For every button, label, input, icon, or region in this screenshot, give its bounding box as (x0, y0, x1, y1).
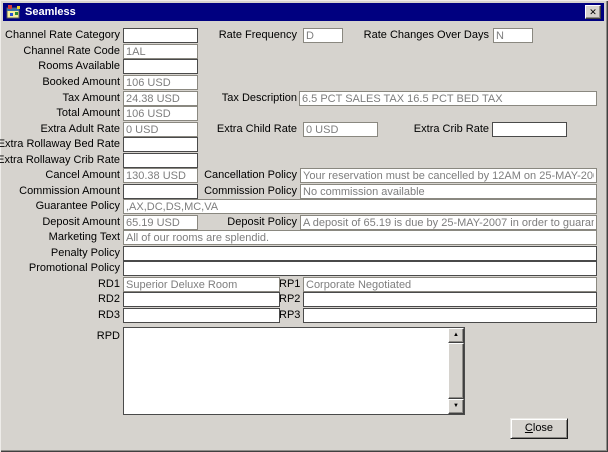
rate-changes-over-days-label: Rate Changes Over Days (350, 28, 489, 43)
tax-amount-field[interactable] (123, 91, 198, 106)
rd1-label: RD1 (0, 277, 120, 292)
rp2-label: RP2 (279, 292, 300, 307)
guarantee-policy-field[interactable] (123, 199, 597, 214)
channel-rate-code-field[interactable] (123, 44, 198, 59)
scrollbar-thumb[interactable] (448, 343, 464, 399)
close-button[interactable]: Close (510, 418, 568, 439)
channel-rate-category-label: Channel Rate Category (0, 28, 120, 43)
rpd-textarea[interactable] (124, 328, 448, 414)
penalty-policy-label: Penalty Policy (0, 246, 120, 261)
rp3-label: RP3 (279, 308, 300, 323)
rd2-label: RD2 (0, 292, 120, 307)
marketing-text-label: Marketing Text (0, 230, 120, 245)
rooms-available-field[interactable] (123, 59, 198, 74)
close-button-mnemonic: C (525, 422, 533, 434)
promotional-policy-label: Promotional Policy (0, 261, 120, 276)
window-title: Seamless (25, 6, 76, 18)
rp2-field[interactable] (303, 292, 597, 307)
rp3-field[interactable] (303, 308, 597, 323)
extra-rollaway-crib-rate-label: Extra Rollaway Crib Rate (0, 153, 120, 168)
total-amount-field[interactable] (123, 106, 198, 121)
commission-policy-field[interactable] (300, 184, 597, 199)
booked-amount-field[interactable] (123, 75, 198, 90)
extra-rollaway-bed-rate-field[interactable] (123, 137, 198, 152)
rd3-label: RD3 (0, 308, 120, 323)
cancel-amount-field[interactable] (123, 168, 198, 183)
rd3-field[interactable] (123, 308, 280, 323)
guarantee-policy-label: Guarantee Policy (0, 199, 120, 214)
commission-amount-label: Commission Amount (0, 184, 120, 199)
seamless-dialog: Seamless ✕ Channel Rate Category Channel… (0, 0, 608, 452)
rpd-label: RPD (0, 329, 120, 344)
extra-child-rate-field[interactable] (303, 122, 378, 137)
deposit-amount-label: Deposit Amount (0, 215, 120, 230)
extra-rollaway-bed-rate-label: Extra Rollaway Bed Rate (0, 137, 120, 152)
extra-adult-rate-field[interactable] (123, 122, 198, 137)
rpd-field[interactable]: ▲ ▼ (123, 327, 465, 415)
channel-rate-category-field[interactable] (123, 28, 198, 43)
extra-crib-rate-field[interactable] (492, 122, 567, 137)
channel-rate-code-label: Channel Rate Code (0, 44, 120, 59)
rp1-field[interactable] (303, 277, 597, 292)
booked-amount-label: Booked Amount (0, 75, 120, 90)
deposit-policy-field[interactable] (300, 215, 597, 230)
rp1-label: RP1 (279, 277, 300, 292)
rate-changes-over-days-field[interactable] (493, 28, 533, 43)
extra-adult-rate-label: Extra Adult Rate (0, 122, 120, 137)
rpd-scrollbar[interactable]: ▲ ▼ (448, 328, 464, 414)
extra-rollaway-crib-rate-field[interactable] (123, 153, 198, 168)
deposit-amount-field[interactable] (123, 215, 198, 230)
rd1-field[interactable] (123, 277, 280, 292)
marketing-text-field[interactable] (123, 230, 597, 245)
rooms-available-label: Rooms Available (0, 59, 120, 74)
total-amount-label: Total Amount (0, 106, 120, 121)
close-button-label: lose (533, 422, 553, 434)
cancellation-policy-field[interactable] (300, 168, 597, 183)
commission-amount-field[interactable] (123, 184, 198, 199)
cancel-amount-label: Cancel Amount (0, 168, 120, 183)
promotional-policy-field[interactable] (123, 261, 597, 276)
tax-description-field[interactable] (299, 91, 597, 106)
penalty-policy-field[interactable] (123, 246, 597, 261)
rd2-field[interactable] (123, 292, 280, 307)
rate-frequency-field[interactable] (303, 28, 343, 43)
scroll-up-icon[interactable]: ▲ (448, 328, 464, 343)
scroll-down-icon[interactable]: ▼ (448, 399, 464, 414)
close-icon[interactable]: ✕ (585, 5, 601, 19)
tax-amount-label: Tax Amount (0, 91, 120, 106)
title-bar[interactable]: Seamless ✕ (3, 3, 604, 21)
app-icon (6, 5, 21, 19)
